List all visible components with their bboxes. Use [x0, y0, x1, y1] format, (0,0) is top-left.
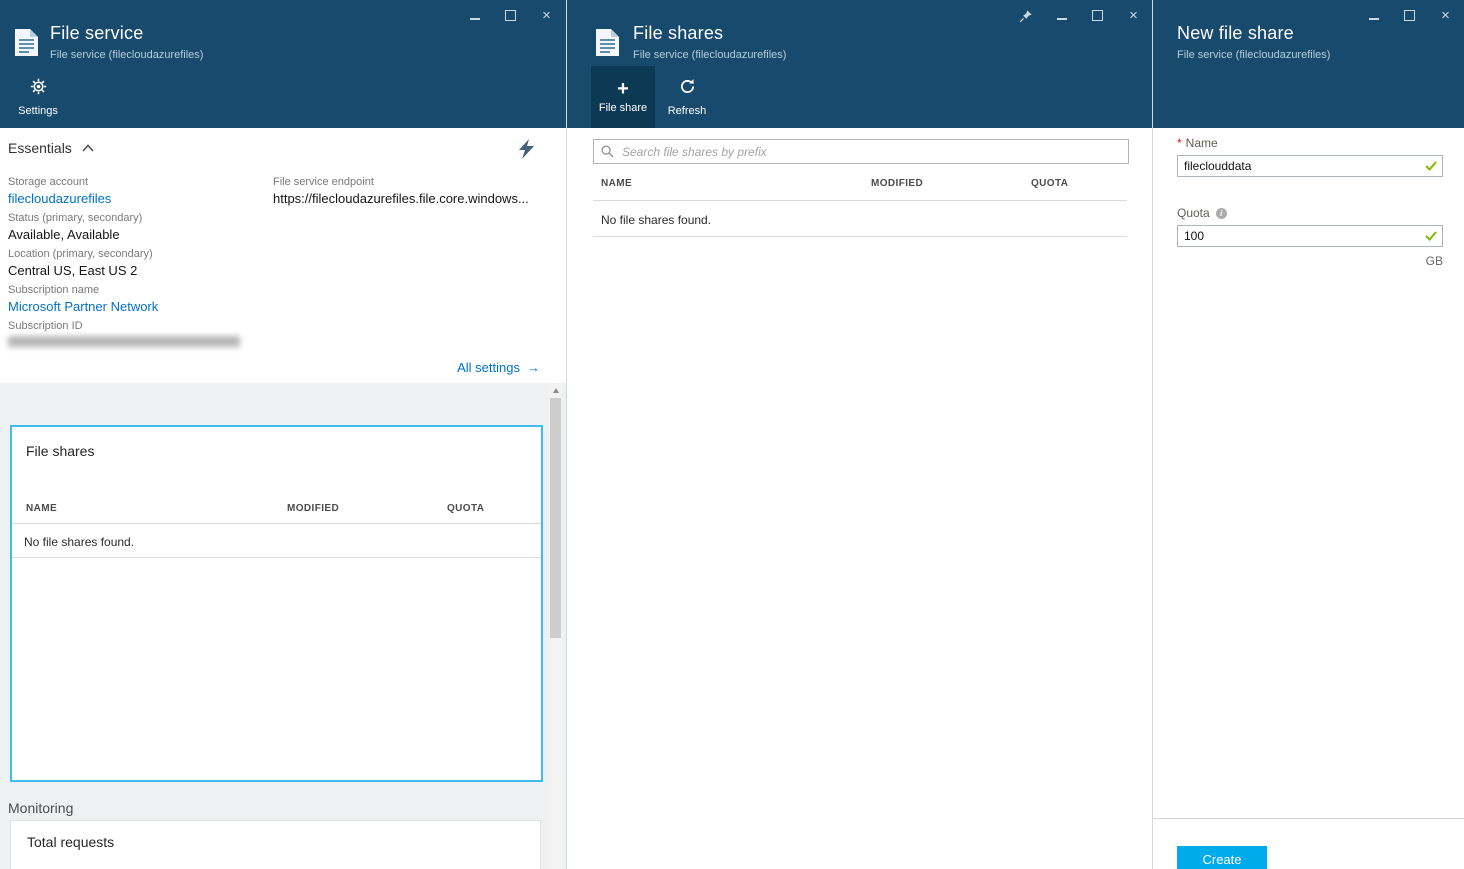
window-controls: × — [467, 8, 554, 23]
minimize-icon[interactable] — [1054, 8, 1069, 23]
search-input[interactable] — [620, 139, 1128, 164]
file-shares-tile[interactable]: File shares NAME MODIFIED QUOTA No file … — [10, 425, 543, 782]
name-label: *Name — [1177, 136, 1218, 150]
refresh-label: Refresh — [668, 105, 707, 117]
chevron-up-icon — [82, 144, 94, 152]
maximize-icon[interactable] — [1402, 8, 1417, 23]
tile-title: Total requests — [27, 834, 114, 850]
window-controls: × — [1018, 8, 1141, 23]
info-icon[interactable]: i — [1216, 208, 1227, 219]
gear-icon — [30, 78, 47, 100]
new-file-share-blade-header: × New file share File service (filecloud… — [1153, 0, 1464, 128]
blade-subtitle: File service (filecloudazurefiles) — [50, 49, 203, 61]
maximize-icon[interactable] — [1090, 8, 1105, 23]
azure-portal: × File service File service (filecloudaz… — [0, 0, 1464, 869]
refresh-icon — [679, 78, 696, 100]
empty-message: No file shares found. — [24, 535, 134, 549]
quickstart-icon[interactable] — [514, 138, 538, 165]
file-shares-body: NAME MODIFIED QUOTA No file shares found… — [567, 128, 1153, 869]
subscription-id-value-redacted — [8, 336, 240, 347]
minimize-icon[interactable] — [467, 8, 482, 23]
divider — [593, 236, 1127, 237]
all-settings-link[interactable]: All settings → — [457, 360, 540, 375]
close-icon[interactable]: × — [539, 8, 554, 23]
file-share-button[interactable]: + File share — [591, 66, 655, 128]
name-input[interactable] — [1177, 155, 1443, 177]
subscription-name-link[interactable]: Microsoft Partner Network — [8, 299, 158, 314]
file-service-blade-header: × File service File service (filecloudaz… — [0, 0, 566, 128]
quota-input[interactable] — [1177, 225, 1443, 247]
maximize-icon[interactable] — [503, 8, 518, 23]
divider — [1153, 818, 1464, 819]
pin-icon[interactable] — [1018, 8, 1033, 23]
quota-unit-label: GB — [1177, 254, 1443, 268]
field-label: Location (primary, secondary) — [8, 248, 153, 260]
file-shares-icon — [595, 28, 620, 62]
close-icon[interactable]: × — [1126, 8, 1141, 23]
divider — [12, 557, 541, 558]
name-field-wrap — [1177, 155, 1443, 177]
scroll-up-icon[interactable] — [549, 383, 562, 397]
divider — [12, 523, 541, 524]
monitoring-section-label: Monitoring — [8, 800, 73, 816]
field-label: Subscription name — [8, 284, 99, 296]
tile-title: File shares — [26, 443, 94, 459]
divider — [593, 200, 1127, 201]
field-label: Storage account — [8, 176, 88, 188]
file-share-label: File share — [599, 102, 647, 114]
create-button[interactable]: Create — [1177, 846, 1267, 869]
plus-icon: + — [617, 81, 629, 97]
essentials-collapse-toggle[interactable]: Essentials — [8, 140, 94, 156]
blade-title: File service — [50, 23, 143, 44]
blade-subtitle: File service (filecloudazurefiles) — [633, 49, 786, 61]
blade-title: New file share — [1177, 23, 1294, 44]
file-service-endpoint-value: https://filecloudazurefiles.file.core.wi… — [273, 191, 529, 206]
blade-subtitle: File service (filecloudazurefiles) — [1177, 49, 1330, 61]
search-icon — [601, 145, 614, 158]
file-shares-blade-header: × File shares File service (filecloudazu… — [567, 0, 1153, 128]
empty-message: No file shares found. — [601, 213, 711, 227]
scrollbar-thumb[interactable] — [550, 398, 561, 638]
column-header-quota: QUOTA — [1031, 178, 1068, 189]
scrollbar[interactable] — [549, 383, 562, 869]
column-header-modified: MODIFIED — [871, 178, 923, 189]
column-header-quota: QUOTA — [447, 503, 484, 514]
file-service-icon — [14, 28, 39, 62]
window-controls: × — [1366, 8, 1453, 23]
field-label: Status (primary, secondary) — [8, 212, 142, 224]
total-requests-tile[interactable]: Total requests — [10, 820, 541, 869]
storage-account-link[interactable]: filecloudazurefiles — [8, 191, 111, 206]
column-header-modified: MODIFIED — [287, 503, 339, 514]
required-asterisk: * — [1177, 136, 1182, 150]
settings-button[interactable]: Settings — [6, 66, 70, 128]
settings-label: Settings — [18, 105, 58, 117]
status-value: Available, Available — [8, 227, 120, 242]
blade-toolbar: Settings — [0, 66, 566, 128]
essentials-title: Essentials — [8, 140, 72, 156]
arrow-right-icon: → — [527, 360, 540, 375]
new-file-share-blade: × New file share File service (filecloud… — [1152, 0, 1464, 869]
new-file-share-form: *Name Quotai GB Create — [1153, 128, 1464, 869]
close-icon[interactable]: × — [1438, 8, 1453, 23]
essentials-panel: Essentials Storage account filecloudazur… — [0, 128, 566, 383]
blade-toolbar: + File share Refresh — [567, 66, 1153, 128]
valid-check-icon — [1425, 231, 1437, 241]
location-value: Central US, East US 2 — [8, 263, 137, 278]
valid-check-icon — [1425, 161, 1437, 171]
file-service-blade: × File service File service (filecloudaz… — [0, 0, 566, 869]
quota-field-wrap — [1177, 225, 1443, 247]
column-header-name: NAME — [26, 503, 57, 514]
quota-label: Quotai — [1177, 206, 1227, 220]
refresh-button[interactable]: Refresh — [655, 66, 719, 128]
column-header-name: NAME — [601, 178, 632, 189]
all-settings-label: All settings — [457, 360, 520, 375]
search-box — [593, 139, 1129, 164]
field-label: File service endpoint — [273, 176, 374, 188]
minimize-icon[interactable] — [1366, 8, 1381, 23]
blade-scroll-area: File shares NAME MODIFIED QUOTA No file … — [0, 383, 566, 869]
file-shares-blade: × File shares File service (filecloudazu… — [566, 0, 1153, 869]
field-label: Subscription ID — [8, 320, 83, 332]
blade-title: File shares — [633, 23, 723, 44]
